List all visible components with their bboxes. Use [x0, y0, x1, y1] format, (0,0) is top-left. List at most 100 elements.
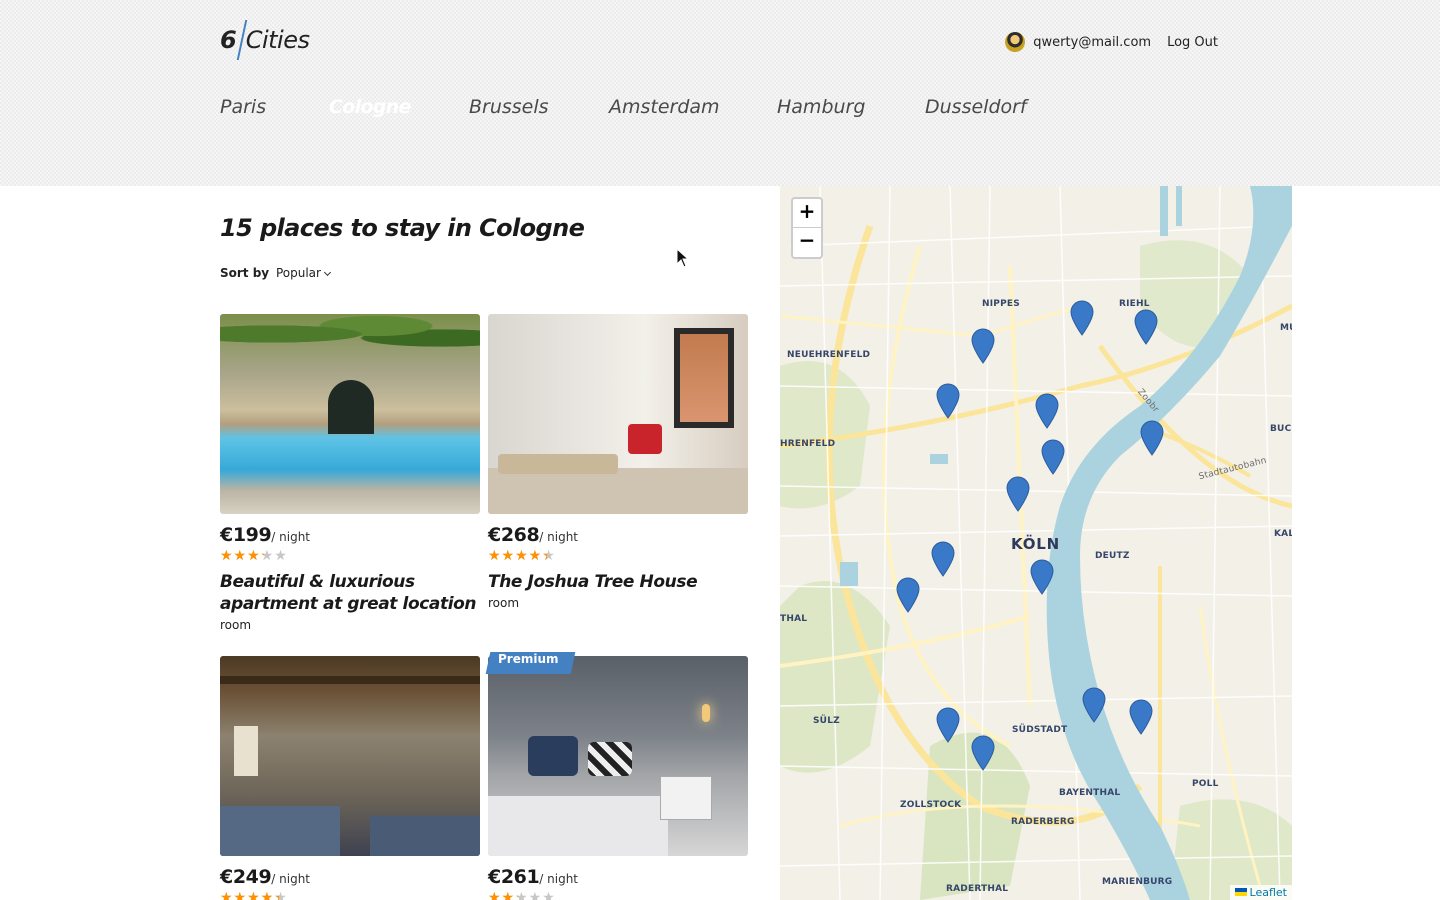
logo-word: Cities	[245, 26, 310, 54]
offer-photo-detail	[528, 736, 578, 776]
tab-label: Cologne	[329, 96, 411, 118]
offer-name[interactable]: The Joshua Tree House	[488, 571, 748, 593]
chevron-down-icon	[323, 268, 332, 277]
map-label-poll: POLL	[1192, 779, 1219, 789]
zoom-control: + −	[791, 197, 823, 259]
sort-control: Sort by Popular	[220, 266, 332, 280]
logo[interactable]: 6 Cities	[220, 20, 310, 60]
rating-stars: ★★★★★ ★★★★★	[220, 891, 294, 900]
offer-photo-detail	[220, 676, 480, 684]
offer-photo-detail	[328, 380, 374, 434]
offer-image[interactable]	[488, 656, 748, 856]
offer-image[interactable]	[488, 314, 748, 514]
map-label-buc: BUC	[1270, 424, 1292, 434]
map-pin-icon[interactable]	[971, 735, 995, 771]
user-nav: qwerty@mail.com Log Out	[1005, 32, 1218, 52]
offer-photo-detail	[234, 726, 258, 776]
map-pin-icon[interactable]	[971, 328, 995, 364]
map-pin-icon[interactable]	[896, 577, 920, 613]
tab-amsterdam[interactable]: Amsterdam	[609, 96, 720, 134]
map-label-deutz: DEUTZ	[1095, 551, 1130, 561]
map-label-raderthal: RADERTHAL	[946, 884, 1009, 894]
offer-price-period: / night	[271, 872, 311, 886]
map-label-ehrenfeld: HRENFELD	[780, 439, 836, 449]
tab-brussels[interactable]: Brussels	[469, 96, 549, 134]
city-map[interactable]: + − NIPPES RIEHL MU NEUEHRENFELD HRENFEL…	[780, 186, 1292, 900]
map-label-raderberg: RADERBERG	[1011, 817, 1075, 827]
offer-image[interactable]	[220, 314, 480, 514]
map-pin-icon[interactable]	[1030, 559, 1054, 595]
tab-hamburg[interactable]: Hamburg	[777, 96, 865, 134]
rating-stars: ★★★★★ ★★★★★	[488, 549, 562, 565]
map-pin-icon[interactable]	[1140, 420, 1164, 456]
offer-photo-detail	[498, 454, 618, 474]
rating-stars: ★★★★★ ★★★★★	[488, 891, 562, 900]
offer-photo-detail	[660, 776, 712, 820]
map-label-sudstadt: SÜDSTADT	[1012, 725, 1068, 735]
offer-type: room	[220, 618, 252, 632]
logo-number: 6	[220, 26, 237, 54]
tab-label: Amsterdam	[609, 96, 720, 118]
user-email[interactable]: qwerty@mail.com	[1033, 35, 1151, 50]
sort-label: Sort by	[220, 266, 270, 280]
offer-photo-detail	[220, 806, 340, 856]
offer-photo-detail	[488, 468, 748, 514]
map-attribution: Leaflet	[1229, 885, 1292, 900]
avatar[interactable]	[1005, 32, 1026, 52]
offer-price-period: / night	[539, 530, 579, 544]
offer-image[interactable]	[220, 656, 480, 856]
offer-price-value: €261	[488, 866, 540, 888]
map-pin-icon[interactable]	[936, 707, 960, 743]
map-label-kal: KAL	[1274, 529, 1292, 539]
map-pin-icon[interactable]	[1134, 309, 1158, 345]
map-pin-icon[interactable]	[1006, 476, 1030, 512]
tab-dusseldorf[interactable]: Dusseldorf	[925, 96, 1027, 134]
logout-link[interactable]: Log Out	[1167, 35, 1218, 50]
star-icon: ★★★★★	[488, 549, 547, 563]
map-pin-icon[interactable]	[1035, 393, 1059, 429]
tab-label: Paris	[220, 96, 267, 118]
rating-stars: ★★★★★ ★★★★★	[220, 549, 294, 565]
offer-photo-detail	[674, 328, 734, 428]
tab-label: Brussels	[469, 96, 549, 118]
offer-photo-detail	[702, 704, 710, 722]
star-icon: ★★★★★	[220, 891, 279, 900]
map-label-mu: MU	[1280, 323, 1292, 333]
offer-price: €268/ night	[488, 524, 748, 547]
map-pin-icon[interactable]	[1041, 439, 1065, 475]
tab-paris[interactable]: Paris	[220, 96, 266, 134]
map-pin-icon[interactable]	[931, 541, 955, 577]
offer-photo-detail	[588, 742, 632, 776]
zoom-out-button[interactable]: −	[793, 228, 821, 257]
attribution-link[interactable]: Leaflet	[1250, 886, 1287, 899]
tab-label: Hamburg	[777, 96, 866, 118]
offer-price-period: / night	[539, 872, 579, 886]
offer-name[interactable]: Beautiful & luxurious apartment at great…	[220, 571, 480, 615]
premium-badge: Premium	[488, 652, 573, 674]
map-label-bayenthal: BAYENTHAL	[1059, 788, 1121, 798]
map-pin-icon[interactable]	[1070, 300, 1094, 336]
map-label-koln: KÖLN	[1011, 535, 1061, 553]
map-pin-icon[interactable]	[1129, 699, 1153, 735]
mouse-cursor-icon	[676, 248, 690, 268]
tab-label: Dusseldorf	[925, 96, 1027, 118]
offer-photo-detail	[628, 424, 662, 454]
offer-type: room	[488, 596, 520, 610]
offer-price-value: €249	[220, 866, 272, 888]
tab-cologne[interactable]: Cologne	[315, 96, 425, 134]
ukraine-flag-icon	[1234, 888, 1247, 896]
zoom-in-button[interactable]: +	[793, 199, 821, 228]
sort-dropdown[interactable]: Popular	[276, 266, 332, 280]
map-pin-icon[interactable]	[1082, 687, 1106, 723]
star-icon: ★★★★★	[220, 549, 264, 563]
offer-photo-detail	[220, 314, 480, 354]
map-label-marienburg: MARIENBURG	[1102, 877, 1173, 887]
map-pin-icon[interactable]	[936, 383, 960, 419]
offer-price-value: €199	[220, 524, 272, 546]
offer-price: €199/ night	[220, 524, 480, 547]
offer-card: €199/ night ★★★★★ ★★★★★ Beautiful & luxu…	[220, 314, 480, 632]
offer-price-period: / night	[271, 530, 311, 544]
offer-price-value: €268	[488, 524, 540, 546]
offer-price: €261/ night	[488, 866, 748, 889]
map-label-nippes: NIPPES	[982, 299, 1020, 309]
